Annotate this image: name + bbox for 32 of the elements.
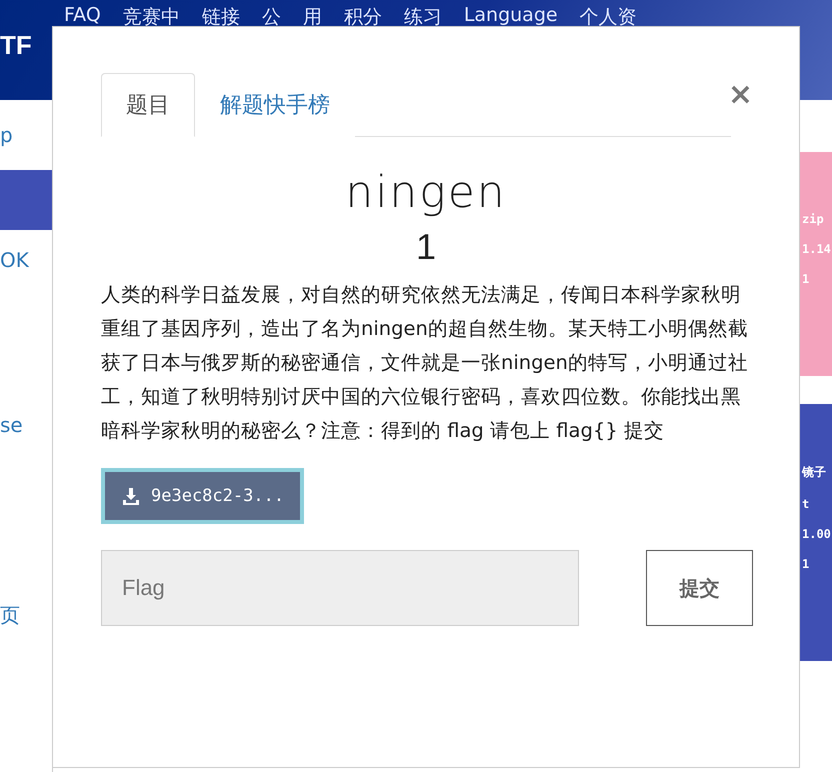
challenge-card[interactable]: 镜子 t 1.00 1 <box>800 404 832 661</box>
challenge-title: ningen <box>344 167 508 218</box>
sidebar-item[interactable]: 页 <box>0 560 52 670</box>
nav-link[interactable]: 个人资 <box>580 4 637 30</box>
sidebar-item[interactable] <box>0 170 52 230</box>
download-button[interactable]: 9e3ec8c2-3... <box>101 468 304 524</box>
card-text: t <box>802 497 810 511</box>
nav-link[interactable]: 练习 <box>404 4 442 30</box>
sidebar-item[interactable]: p <box>0 100 52 170</box>
nav-link[interactable]: 链接 <box>202 4 240 30</box>
nav-link[interactable]: 用 <box>302 4 322 30</box>
challenge-points: 1 <box>414 226 438 268</box>
card-text: 1 <box>802 557 810 571</box>
download-icon <box>121 486 141 506</box>
tab[interactable]: 题目 <box>101 73 195 137</box>
submit-button[interactable]: 提交 <box>646 550 753 626</box>
card-text: 镜子 <box>802 464 827 481</box>
nav-link[interactable]: 竞赛中 <box>122 4 180 30</box>
site-logo[interactable]: TF <box>0 30 52 61</box>
sidebar-item[interactable]: OK <box>0 230 52 290</box>
close-button[interactable]: × <box>728 77 753 112</box>
card-text: 1.14 <box>802 242 832 256</box>
nav-link[interactable]: FAQ <box>64 4 101 30</box>
card-text: zip <box>802 212 825 226</box>
nav-link[interactable]: 公 <box>262 4 281 30</box>
sidebar-item[interactable]: se <box>0 290 52 560</box>
nav-link[interactable]: Language <box>464 4 558 30</box>
flag-input[interactable]: Flag <box>101 550 579 626</box>
challenge-description: 人类的科学日益发展，对自然的研究依然无法满足，传闻日本科学家秋明重组了基因序列，造出了名为ningen的超自然生物。某天特工小明偶然截获了日本与俄罗斯的秘密通信，文件就是一张ningen的特写，小明通过社工，知道了秋明特别讨厌中国的六位银行密码，喜欢四位数。你能找出黑暗科学家秋明的秘密么？注意：得到的 flag 请包上 flag{} 提交 <box>101 282 749 444</box>
card-text: 1 <box>802 272 810 286</box>
nav-link[interactable]: 积分 <box>344 4 382 30</box>
card-text: 1.00 <box>802 527 832 541</box>
